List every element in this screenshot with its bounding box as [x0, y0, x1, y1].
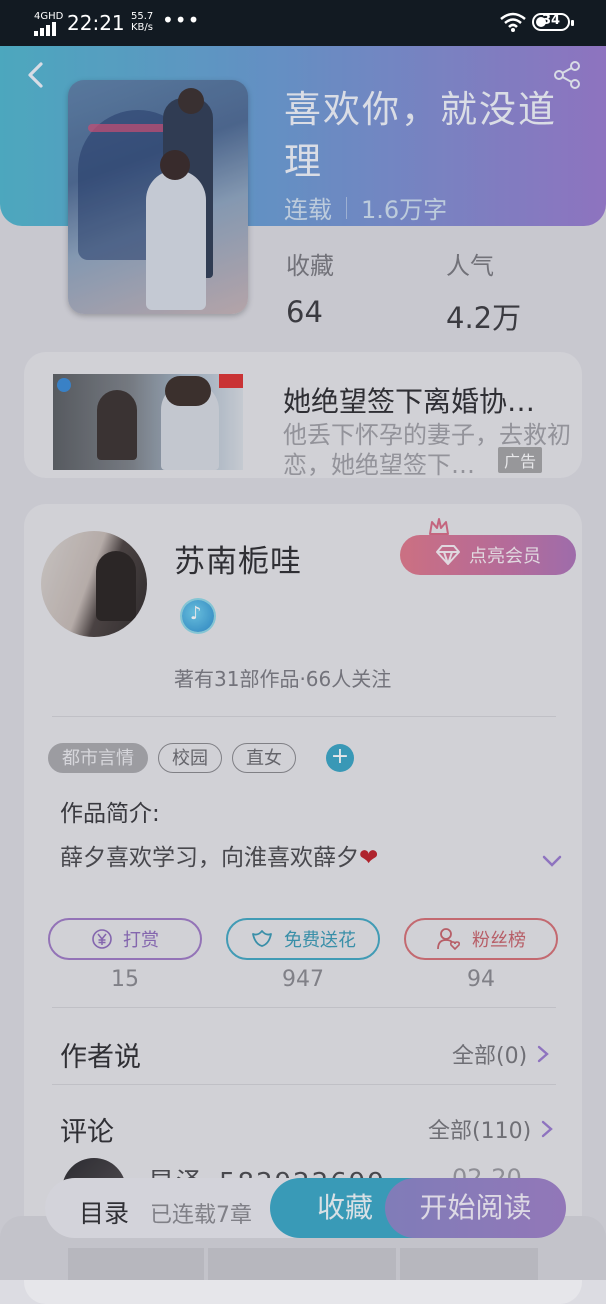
ad-image[interactable]	[53, 374, 243, 470]
book-word-count: 1.6万字	[361, 196, 448, 224]
tag-list: 都市言情 校园 直女 +	[48, 743, 354, 773]
more-notifications-icon: •••	[162, 8, 201, 32]
stat-favorites: 收藏 64	[286, 252, 334, 329]
tip-button[interactable]: 打赏	[48, 918, 202, 960]
stat-popularity: 人气 4.2万	[446, 252, 522, 335]
chevron-right-icon	[537, 1045, 549, 1063]
status-bar: 4GHD 22:21 55.7 KB/s ••• 34	[0, 0, 606, 46]
tag-item[interactable]: 都市言情	[48, 743, 148, 773]
network-speed: 55.7 KB/s	[131, 11, 154, 33]
serial-info: 已连载7章	[150, 1203, 252, 1228]
vip-button[interactable]: 点亮会员	[400, 535, 576, 575]
start-reading-button[interactable]: 开始阅读	[385, 1178, 566, 1238]
flower-icon	[252, 930, 272, 947]
tag-item[interactable]: 直女	[232, 743, 296, 773]
intro-text: 薛夕喜欢学习，向淮喜欢薛夕❤	[60, 845, 379, 871]
intro-label: 作品简介:	[60, 801, 160, 827]
wifi-icon	[500, 12, 526, 32]
fan-count: 94	[467, 967, 495, 992]
author-says-more-link[interactable]: 全部(0)	[452, 1038, 549, 1070]
author-stats: 著有31部作品·66人关注	[174, 667, 392, 691]
tag-item[interactable]: 校园	[158, 743, 222, 773]
book-status: 连载	[284, 196, 332, 224]
chevron-right-icon	[541, 1120, 553, 1138]
send-flower-button[interactable]: 免费送花	[226, 918, 380, 960]
crown-icon	[429, 518, 449, 535]
tip-count: 15	[111, 967, 139, 992]
bottom-tab-placeholder	[68, 1248, 204, 1280]
flower-count: 947	[282, 967, 324, 992]
book-cover[interactable]	[68, 80, 248, 314]
ad-label: 广告	[498, 447, 543, 473]
bottom-tab-placeholder	[400, 1248, 538, 1280]
network-type: 4GHD	[34, 11, 64, 22]
meta-divider	[346, 196, 347, 219]
author-level-badge-icon	[182, 600, 214, 632]
tip-button-label: 打赏	[123, 930, 159, 951]
fan-ranking-button[interactable]: 粉丝榜	[404, 918, 558, 960]
author-says-title: 作者说	[60, 1042, 141, 1073]
vip-button-label: 点亮会员	[469, 546, 541, 567]
divider	[52, 716, 556, 717]
clock: 22:21	[67, 11, 125, 35]
bottom-tab-placeholder	[208, 1248, 396, 1280]
divider	[52, 1084, 556, 1085]
comments-title: 评论	[60, 1117, 114, 1148]
divider	[52, 1007, 556, 1008]
fan-icon	[437, 928, 461, 951]
signal-icon	[34, 22, 56, 36]
book-title: 喜欢你，就没道理	[284, 88, 557, 183]
ad-title: 她绝望签下离婚协…	[283, 385, 536, 418]
battery-icon: 34	[532, 13, 574, 31]
author-name[interactable]: 苏南栀哇	[174, 536, 302, 581]
book-meta: 连载 1.6万字	[284, 190, 447, 225]
diamond-icon	[436, 545, 460, 565]
author-avatar[interactable]	[41, 531, 147, 637]
comments-more-link[interactable]: 全部(110)	[428, 1113, 553, 1145]
yen-icon	[92, 929, 112, 949]
heart-icon: ❤	[359, 845, 379, 871]
add-tag-button[interactable]: +	[326, 744, 354, 772]
fan-ranking-button-label: 粉丝榜	[472, 930, 526, 951]
send-flower-button-label: 免费送花	[284, 930, 356, 951]
chevron-down-icon[interactable]	[541, 853, 563, 869]
table-of-contents-button[interactable]: 目录	[79, 1194, 129, 1230]
back-icon[interactable]	[22, 60, 50, 90]
